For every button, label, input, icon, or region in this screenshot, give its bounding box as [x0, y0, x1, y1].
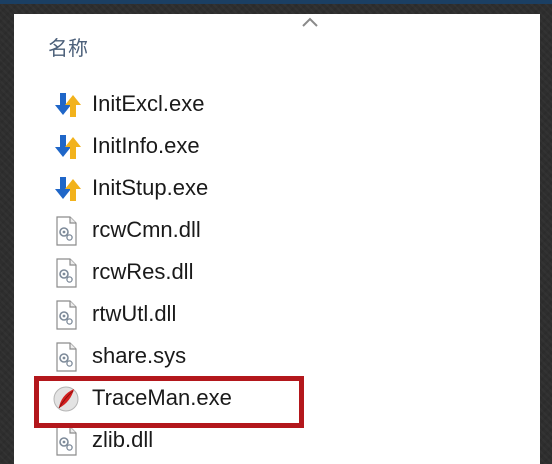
file-row-initstup[interactable]: InitStup.exe	[14, 168, 540, 210]
file-name: rcwCmn.dll	[92, 217, 201, 242]
file-row-rcwres[interactable]: rcwRes.dll	[14, 252, 540, 294]
file-row-initinfo[interactable]: InitInfo.exe	[14, 126, 540, 168]
file-row-rcwcmn[interactable]: rcwCmn.dll	[14, 210, 540, 252]
installer-arrows-icon	[50, 131, 82, 163]
name-column-header[interactable]: 名称	[48, 32, 88, 61]
file-name: InitInfo.exe	[92, 133, 200, 158]
file-row-share[interactable]: share.sys	[14, 336, 540, 378]
traceman-highlight-box	[34, 376, 304, 428]
dll-file-icon	[50, 215, 82, 247]
dll-file-icon	[50, 299, 82, 331]
file-explorer-panel: 名称 InitExcl.exe InitInfo.exe InitStup.ex…	[14, 14, 540, 464]
file-name: share.sys	[92, 343, 187, 368]
file-row-initexcl[interactable]: InitExcl.exe	[14, 84, 540, 126]
installer-arrows-icon	[50, 173, 82, 205]
dll-file-icon	[50, 425, 82, 457]
window-top-border	[0, 0, 552, 4]
file-name: InitExcl.exe	[92, 91, 205, 116]
installer-arrows-icon	[50, 89, 82, 121]
file-row-rtwutl[interactable]: rtwUtl.dll	[14, 294, 540, 336]
file-name: zlib.dll	[92, 427, 154, 452]
sys-file-icon	[50, 341, 82, 373]
file-name: rcwRes.dll	[92, 259, 194, 284]
file-name: rtwUtl.dll	[92, 301, 177, 326]
chevron-up-icon[interactable]	[299, 14, 321, 30]
dll-file-icon	[50, 257, 82, 289]
file-name: InitStup.exe	[92, 175, 209, 200]
